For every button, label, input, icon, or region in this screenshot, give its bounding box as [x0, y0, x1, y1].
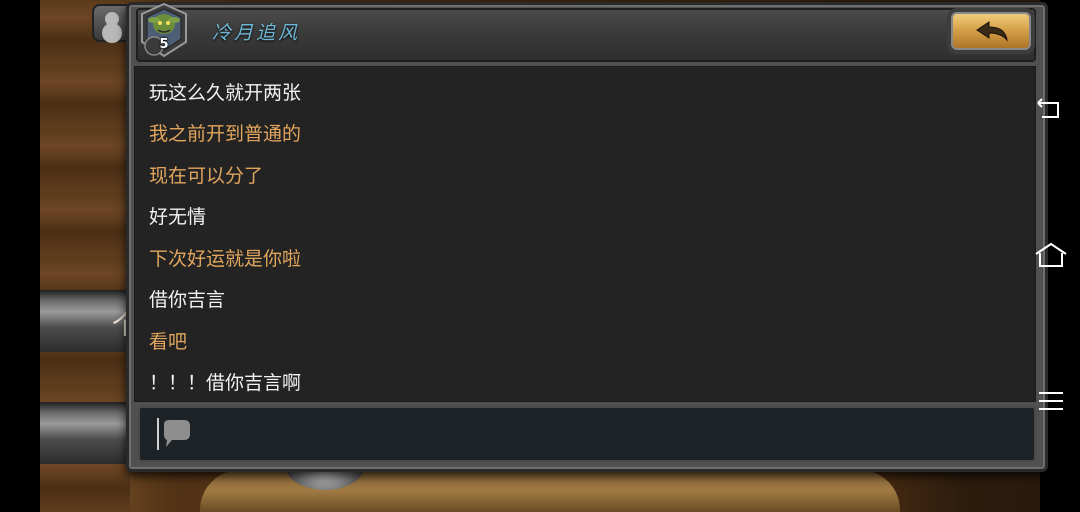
nav-home-icon[interactable]	[1034, 242, 1068, 268]
back-button[interactable]	[947, 8, 1035, 54]
chat-message: 玩这么久就开两张	[149, 82, 302, 104]
chat-message: 我之前开到普通的	[149, 123, 302, 145]
nav-back-icon[interactable]	[1036, 98, 1064, 122]
chat-message: 借你吉言	[149, 289, 226, 311]
nav-menu-icon[interactable]	[1038, 390, 1064, 412]
chat-message: 下次好运就是你啦	[149, 248, 302, 270]
message-list[interactable]: 玩这么久就开两张 我之前开到普通的 现在可以分了 好无情 下次好运就是你啦 借你…	[134, 66, 1036, 402]
chat-message: 现在可以分了	[149, 165, 264, 187]
chat-input[interactable]	[138, 406, 1036, 462]
hearthstone-chat-screen: 个 5 冷月追风 玩这么久就开两张 我之前开到普通的 现在可以分了 好无情 下次…	[0, 0, 1080, 512]
rank-number: 5	[159, 37, 169, 52]
chat-message: ！！！借你吉言啊	[149, 372, 302, 394]
friend-name: 冷月追风	[212, 22, 301, 44]
undo-arrow-icon	[976, 21, 1008, 42]
chat-bubble-icon	[157, 418, 190, 450]
chat-message: 好无情	[149, 206, 207, 228]
chat-message: 看吧	[149, 331, 188, 353]
